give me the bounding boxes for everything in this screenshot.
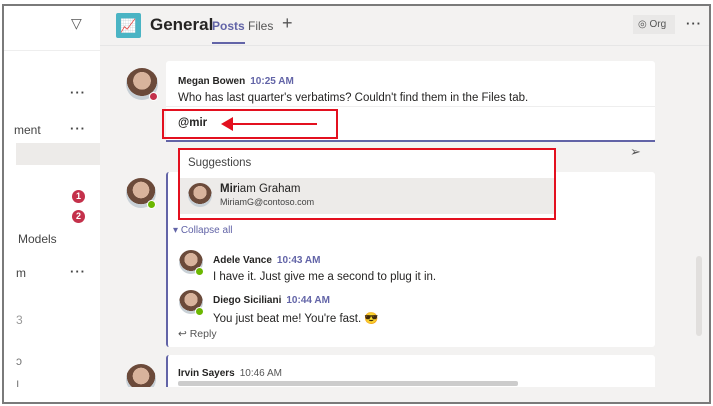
eye-icon: ◎ bbox=[638, 19, 647, 30]
arrow-head-icon bbox=[221, 117, 233, 131]
author: Diego Siciliani bbox=[213, 295, 282, 306]
suggestion-email: MiriamG@contoso.com bbox=[220, 197, 315, 207]
arrow-annotation bbox=[227, 123, 317, 125]
timestamp: 10:43 AM bbox=[276, 255, 321, 266]
suggestion-name: iam Graham bbox=[237, 183, 301, 195]
timestamp: 10:44 AM bbox=[286, 295, 330, 306]
more-options-button[interactable]: ··· bbox=[70, 85, 86, 100]
available-status-icon bbox=[147, 200, 156, 209]
more-options-button[interactable]: ··· bbox=[686, 16, 702, 31]
message-text: Who has last quarter's verbatims? Couldn… bbox=[178, 92, 529, 104]
clipped-message-text bbox=[178, 381, 518, 386]
add-tab-button[interactable]: + bbox=[282, 13, 293, 34]
sidebar: ▽ ··· ment ··· 1 2 Models m ··· 3 ɔ ı bbox=[4, 6, 100, 402]
reply-label: Reply bbox=[189, 328, 217, 340]
team-logo: 📈 bbox=[116, 13, 141, 38]
message-text: You just beat me! You're fast. bbox=[213, 313, 362, 325]
sidebar-item[interactable]: ment bbox=[14, 123, 41, 137]
suggestions-popup: Suggestions Miriam Graham MiriamG@contos… bbox=[178, 148, 556, 220]
sidebar-item[interactable]: m bbox=[16, 266, 26, 280]
sidebar-item[interactable]: 3 bbox=[16, 313, 23, 327]
author: Adele Vance bbox=[213, 255, 272, 266]
org-label: Org bbox=[649, 19, 667, 30]
tab-posts[interactable]: Posts bbox=[212, 19, 245, 44]
org-button[interactable]: ◎ Org bbox=[633, 15, 675, 34]
match-text: Mir bbox=[220, 183, 238, 195]
sunglasses-emoji: 😎 bbox=[364, 313, 379, 325]
filter-icon[interactable]: ▽ bbox=[71, 15, 82, 32]
message-text: I have it. Just give me a second to plug… bbox=[213, 271, 437, 283]
author: Megan Bowen bbox=[178, 76, 246, 87]
tab-files[interactable]: Files bbox=[248, 19, 273, 33]
suggestion-item[interactable]: Miriam Graham MiriamG@contoso.com bbox=[180, 178, 554, 214]
unread-badge: 1 bbox=[72, 190, 85, 203]
send-icon[interactable]: ➢ bbox=[630, 144, 641, 160]
more-options-button[interactable]: ··· bbox=[70, 264, 86, 279]
scrollbar[interactable] bbox=[696, 256, 702, 336]
avatar-miriam bbox=[188, 183, 212, 207]
timestamp: 10:46 AM bbox=[239, 368, 282, 379]
sidebar-item[interactable]: ı bbox=[16, 376, 19, 390]
collapse-all-button[interactable]: ▾ Collapse all bbox=[173, 225, 233, 236]
busy-status-icon bbox=[149, 92, 158, 101]
header: 📈 General Posts Files + ◎ Org ··· bbox=[100, 6, 709, 46]
available-status-icon bbox=[195, 307, 204, 316]
more-options-button[interactable]: ··· bbox=[70, 121, 86, 136]
timestamp: 10:25 AM bbox=[250, 76, 294, 87]
suggestions-title: Suggestions bbox=[188, 157, 252, 169]
channel-title: General bbox=[150, 15, 214, 34]
unread-badge: 2 bbox=[72, 210, 85, 223]
author: Irvin Sayers bbox=[178, 368, 235, 379]
channel-pane: 📈 General Posts Files + ◎ Org ··· Megan … bbox=[100, 6, 709, 402]
available-status-icon bbox=[195, 267, 204, 276]
reply-button[interactable]: ↩ Reply bbox=[178, 328, 217, 340]
sidebar-item[interactable]: Models bbox=[18, 232, 57, 246]
collapse-label: Collapse all bbox=[180, 225, 233, 236]
teams-window: ▽ ··· ment ··· 1 2 Models m ··· 3 ɔ ı 📈 … bbox=[2, 4, 711, 404]
sidebar-item[interactable]: ɔ bbox=[16, 354, 22, 368]
sidebar-item-selected[interactable] bbox=[16, 143, 100, 165]
